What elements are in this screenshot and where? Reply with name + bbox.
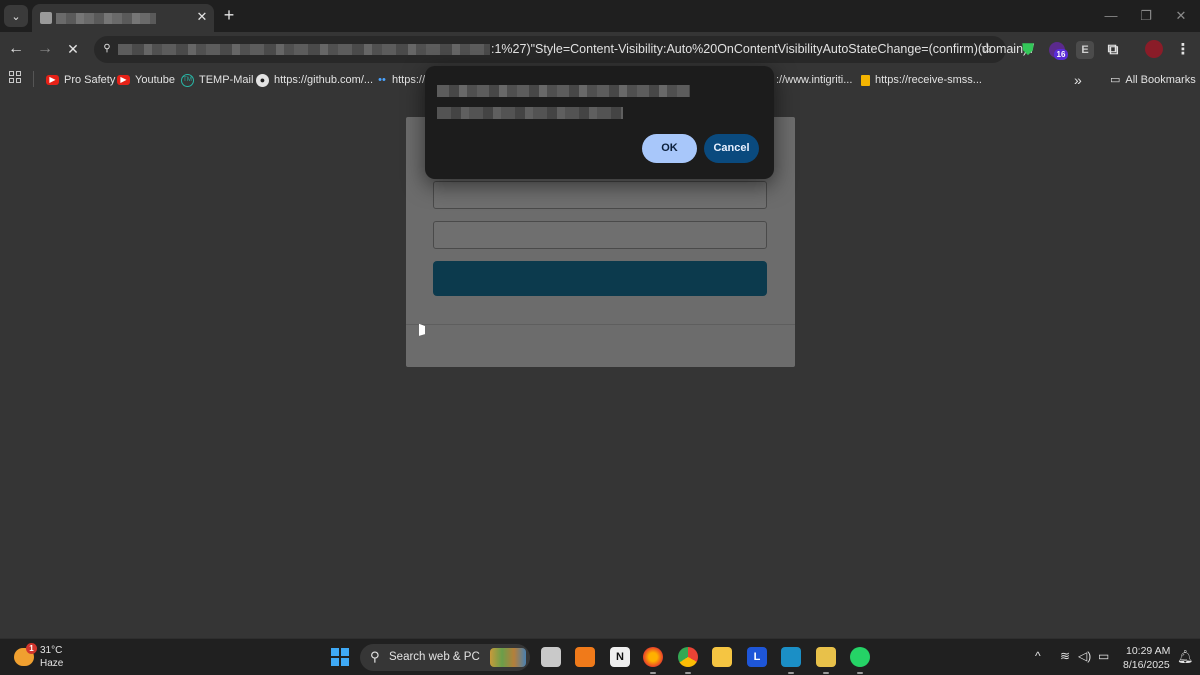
mouse-cursor-icon xyxy=(419,323,425,339)
flag-icon xyxy=(861,74,870,86)
active-tab[interactable]: ✕ xyxy=(32,4,214,32)
clock-time[interactable]: 10:29 AM xyxy=(1126,645,1170,657)
dialog-message-redacted xyxy=(437,107,623,119)
apps-grid-icon[interactable] xyxy=(9,71,21,83)
folder-icon: ▭ xyxy=(1110,74,1121,86)
dots-icon: •• xyxy=(378,74,386,86)
bookmark-label: https://github.com/... xyxy=(274,74,374,86)
bookmark-label: https://receive-smss... xyxy=(875,74,982,86)
notification-bell-icon[interactable]: 🔔︎ xyxy=(1177,649,1194,665)
tab-strip: ⌄ ✕ + — ❐ ✕ xyxy=(0,0,1200,32)
whatsapp-icon[interactable] xyxy=(850,647,870,667)
bookmark-label: TEMP-Mail xyxy=(199,74,254,86)
all-bookmarks-button[interactable]: ▭ All Bookmarks xyxy=(1110,71,1196,89)
youtube-icon: ▶ xyxy=(117,75,130,85)
battery-icon[interactable]: ▭ xyxy=(1098,649,1109,663)
bookmark-label: Pro Safety xyxy=(64,74,116,86)
forward-button[interactable]: → xyxy=(34,38,56,60)
confirm-dialog: OK Cancel xyxy=(425,66,774,179)
bookmark-pro-safety[interactable]: ▶ Pro Safety xyxy=(46,71,115,89)
stop-loading-button[interactable]: ✕ xyxy=(62,38,84,60)
search-icon: ⚲ xyxy=(370,649,380,664)
cancel-button[interactable]: Cancel xyxy=(704,134,759,163)
submit-button[interactable] xyxy=(433,261,767,296)
extension-badge-count: 16 xyxy=(1054,49,1068,60)
start-button[interactable] xyxy=(331,648,349,666)
ok-button[interactable]: OK xyxy=(642,134,697,163)
first-input-field[interactable] xyxy=(433,181,767,209)
file-explorer-icon[interactable] xyxy=(712,647,732,667)
bookmark-temp-mail[interactable]: TM TEMP-Mail xyxy=(181,71,253,89)
volume-icon[interactable]: ◁) xyxy=(1078,649,1091,663)
tab-search-button[interactable]: ⌄ xyxy=(4,5,28,27)
task-view-icon[interactable] xyxy=(541,647,561,667)
l-app-icon[interactable]: L xyxy=(747,647,767,667)
bookmark-receive-smss[interactable]: https://receive-smss... xyxy=(861,71,982,89)
app-yellow-icon[interactable] xyxy=(816,647,836,667)
tab-favicon-icon xyxy=(40,12,52,24)
firefox-icon[interactable] xyxy=(643,647,663,667)
running-indicator xyxy=(823,672,829,674)
bookmark-label: ://www.intigriti... xyxy=(776,74,853,86)
card-divider xyxy=(406,324,795,325)
address-bar[interactable]: ⚲ :1%27)"Style=Content-Visibility:Auto%2… xyxy=(94,36,1034,63)
bookmark-youtube[interactable]: ▶ Youtube xyxy=(117,71,175,89)
new-tab-button[interactable]: + xyxy=(219,5,239,25)
clock-date[interactable]: 8/16/2025 xyxy=(1123,659,1170,671)
browser-toolbar: ← → ✕ ⚲ :1%27)"Style=Content-Visibility:… xyxy=(0,32,1200,66)
restore-button[interactable]: ❐ xyxy=(1136,6,1156,26)
bookmark-label: Youtube xyxy=(135,74,175,86)
tab-close-icon[interactable]: ✕ xyxy=(193,8,211,26)
running-indicator xyxy=(650,672,656,674)
weather-temperature[interactable]: 31°C xyxy=(40,645,62,656)
search-placeholder: Search web & PC xyxy=(389,651,480,663)
weather-description[interactable]: Haze xyxy=(40,658,63,669)
shield-extension-icon[interactable]: ⛊ xyxy=(1019,41,1037,59)
dialog-origin-redacted xyxy=(437,85,690,97)
weather-badge: 1 xyxy=(26,643,37,654)
second-input-field[interactable] xyxy=(433,221,767,249)
minimize-button[interactable]: — xyxy=(1101,6,1121,26)
all-bookmarks-label: All Bookmarks xyxy=(1125,74,1196,86)
bookmark-https[interactable]: •• https:// xyxy=(377,71,425,89)
site-info-icon[interactable]: ⚲ xyxy=(100,42,114,56)
vscode-icon[interactable] xyxy=(781,647,801,667)
running-indicator xyxy=(788,672,794,674)
wifi-icon[interactable]: ≋ xyxy=(1060,649,1070,663)
windows-taskbar: 1 31°C Haze ⚲ Search web & PC N L ^ ≋ ◁)… xyxy=(0,638,1200,675)
app-orange-icon[interactable] xyxy=(575,647,595,667)
bookmark-intigriti[interactable]: ://www.intigriti... xyxy=(776,71,852,89)
bookmarks-divider xyxy=(33,71,34,87)
temp-mail-icon: TM xyxy=(181,73,194,87)
chrome-icon[interactable] xyxy=(678,647,698,667)
bookmark-star-icon[interactable]: ☆ xyxy=(978,40,996,58)
bookmarks-overflow-button[interactable]: » xyxy=(1074,71,1082,89)
chevron-down-icon: ⌄ xyxy=(11,10,21,23)
back-button[interactable]: ← xyxy=(5,38,27,60)
github-icon: ● xyxy=(256,73,269,87)
close-window-button[interactable]: ✕ xyxy=(1171,6,1191,26)
running-indicator xyxy=(685,672,691,674)
search-highlight-image xyxy=(490,648,526,667)
tab-title-redacted xyxy=(56,13,156,24)
url-redacted xyxy=(118,44,490,55)
bookmark-github[interactable]: ● https://github.com/... xyxy=(256,71,373,89)
browser-menu-icon[interactable]: ⋮ xyxy=(1174,41,1192,59)
profile-avatar[interactable] xyxy=(1145,40,1163,58)
running-indicator xyxy=(857,672,863,674)
extensions-puzzle-icon[interactable]: ⧉ xyxy=(1104,41,1122,59)
taskbar-search[interactable]: ⚲ Search web & PC xyxy=(360,644,530,671)
e-extension-icon[interactable]: E xyxy=(1076,41,1094,59)
bookmark-label: https:// xyxy=(392,74,426,86)
youtube-icon: ▶ xyxy=(46,75,59,85)
url-text[interactable]: :1%27)"Style=Content-Visibility:Auto%20O… xyxy=(491,42,1034,56)
notion-icon[interactable]: N xyxy=(610,647,630,667)
tray-overflow-chevron-icon[interactable]: ^ xyxy=(1035,649,1041,663)
